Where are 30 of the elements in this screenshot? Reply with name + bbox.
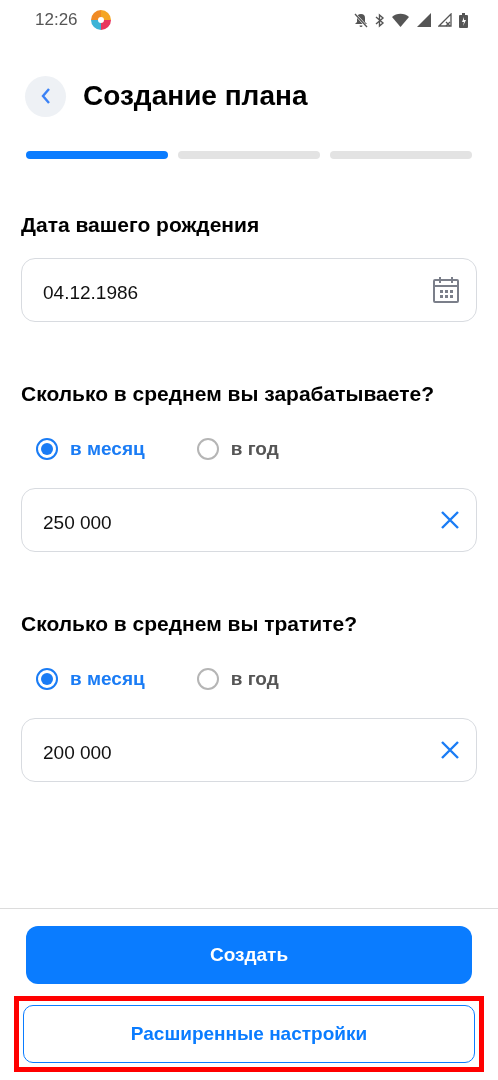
radio-button[interactable] [36,668,58,691]
back-button[interactable] [25,75,66,117]
wifi-icon [392,13,410,27]
app-logo-icon [89,9,112,31]
bluetooth-icon [375,12,385,28]
calendar-icon[interactable] [432,275,460,304]
close-icon[interactable] [440,739,460,760]
status-time: 12:26 [35,9,78,32]
close-icon[interactable] [440,509,460,530]
chevron-left-icon [40,87,51,105]
field-label: Дата вашего рождения [20,212,261,238]
input-field[interactable]: 04.12.1986 [21,257,477,322]
radio-label[interactable]: в месяц [70,665,145,694]
no-signal-icon [438,13,452,27]
muted-bell-icon [354,12,368,28]
create-button[interactable]: Создать [26,926,472,984]
radio-label[interactable]: в месяц [70,435,145,464]
radio-label[interactable]: в год [230,665,279,694]
radio-button[interactable] [196,438,219,461]
radio-button[interactable] [196,668,219,691]
input-field[interactable]: 250 000 [21,487,477,552]
radio-label[interactable]: в год [230,435,279,464]
radio-button[interactable] [36,438,58,461]
battery-icon [459,12,468,28]
page-title: Создание плана [83,79,308,113]
field-label: Сколько в среднем вы зарабатываете? [20,380,435,407]
advanced-settings-button[interactable]: Расширенные настройки [23,1005,475,1063]
signal-icon [417,13,431,27]
input-field[interactable]: 200 000 [21,717,477,782]
field-label: Сколько в среднем вы тратите? [20,610,359,637]
